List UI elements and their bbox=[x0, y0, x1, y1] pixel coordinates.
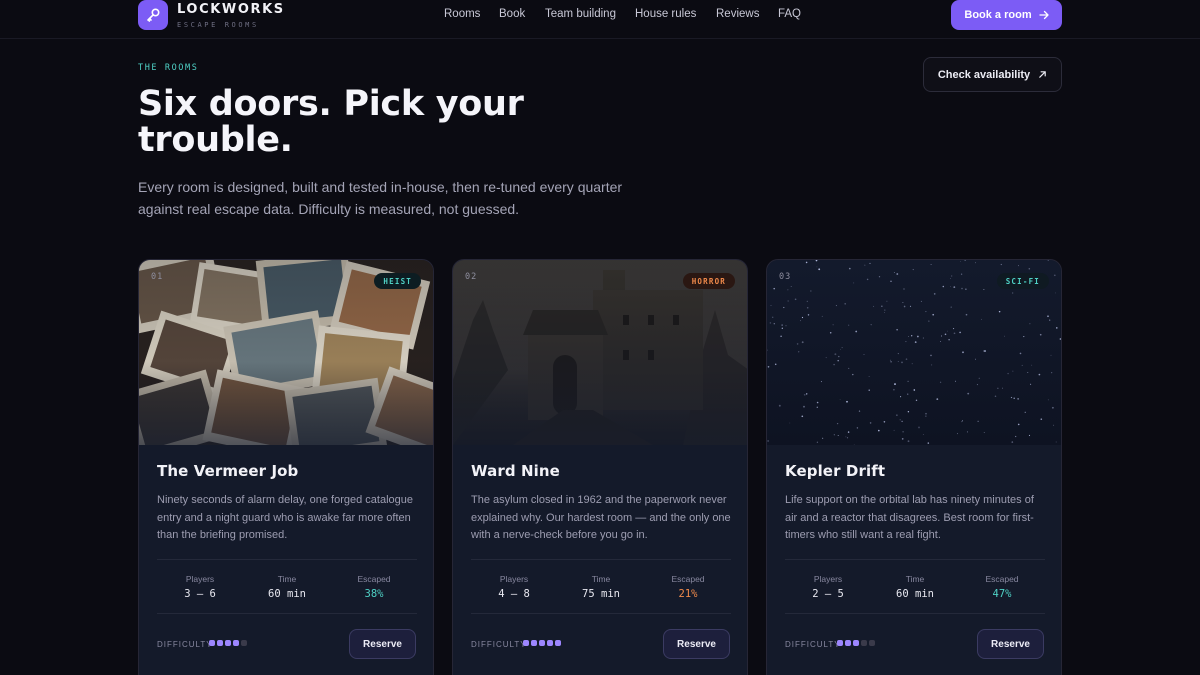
difficulty-dot-filled bbox=[531, 640, 537, 646]
genre-badge: HORROR bbox=[682, 273, 735, 289]
nav-link-rooms[interactable]: Rooms bbox=[444, 8, 480, 20]
nav-link-book[interactable]: Book bbox=[499, 8, 525, 20]
room-stats: Players 2 – 5 Time 60 min Escaped 47% bbox=[785, 559, 1045, 614]
genre-badge: HEIST bbox=[374, 273, 421, 289]
book-a-room-button[interactable]: Book a room bbox=[951, 0, 1062, 30]
reserve-button[interactable]: Reserve bbox=[977, 629, 1044, 659]
difficulty-dot-empty bbox=[241, 640, 247, 646]
room-card-kepler-drift[interactable]: 03 SCI-FI Kepler Drift Life support on t… bbox=[766, 259, 1062, 675]
nav-link-house-rules[interactable]: House rules bbox=[635, 8, 696, 20]
stat-label: Players bbox=[499, 574, 529, 584]
room-title: Ward Nine bbox=[471, 462, 560, 480]
difficulty-dot-filled bbox=[539, 640, 545, 646]
stat-label: Players bbox=[813, 574, 843, 584]
stat-label: Players bbox=[185, 574, 215, 584]
stat-label: Time bbox=[277, 574, 297, 584]
stat-value: 47% bbox=[992, 588, 1012, 600]
stat-value: 60 min bbox=[896, 588, 934, 600]
difficulty-dot-filled bbox=[845, 640, 851, 646]
book-a-room-label: Book a room bbox=[964, 9, 1032, 21]
stat-time: Time 60 min bbox=[244, 560, 330, 615]
stat-players: Players 4 – 8 bbox=[471, 560, 557, 615]
stat-players: Players 3 – 6 bbox=[157, 560, 243, 615]
difficulty-label: DIFFICULTY bbox=[157, 640, 213, 649]
room-number: 03 bbox=[779, 272, 792, 282]
stat-value: 2 – 5 bbox=[812, 588, 844, 600]
page-title: Six doors. Pick your trouble. bbox=[138, 84, 524, 160]
difficulty-dot-filled bbox=[233, 640, 239, 646]
room-title: Kepler Drift bbox=[785, 462, 886, 480]
difficulty-dot-filled bbox=[853, 640, 859, 646]
stat-value: 60 min bbox=[268, 588, 306, 600]
stat-label: Escaped bbox=[357, 574, 391, 584]
arrow-up-right-icon bbox=[1039, 71, 1046, 78]
section-eyebrow: THE ROOMS bbox=[138, 63, 199, 73]
difficulty-dot-empty bbox=[861, 640, 867, 646]
difficulty-dot-filled bbox=[555, 640, 561, 646]
reserve-button[interactable]: Reserve bbox=[663, 629, 730, 659]
stat-time: Time 60 min bbox=[872, 560, 958, 615]
room-card-ward-nine[interactable]: 02 HORROR Ward Nine The asylum closed in… bbox=[452, 259, 748, 675]
room-description: The asylum closed in 1962 and the paperw… bbox=[471, 494, 731, 541]
stat-escaped: Escaped 21% bbox=[645, 560, 731, 615]
reserve-button[interactable]: Reserve bbox=[349, 629, 416, 659]
room-number: 01 bbox=[151, 272, 164, 282]
stat-label: Escaped bbox=[671, 574, 705, 584]
difficulty-dot-filled bbox=[209, 640, 215, 646]
difficulty-label: DIFFICULTY bbox=[471, 640, 527, 649]
difficulty-dot-filled bbox=[523, 640, 529, 646]
room-number: 02 bbox=[465, 272, 478, 282]
room-title: The Vermeer Job bbox=[157, 462, 299, 480]
stat-value: 38% bbox=[364, 588, 384, 600]
genre-badge: SCI-FI bbox=[996, 273, 1049, 289]
stat-escaped: Escaped 47% bbox=[959, 560, 1045, 615]
room-description: Ninety seconds of alarm delay, one forge… bbox=[157, 494, 414, 541]
check-availability-button[interactable]: Check availability bbox=[923, 57, 1062, 92]
top-nav: LOCKWORKS ESCAPE ROOMS Rooms Book Team b… bbox=[0, 0, 1200, 39]
room-stats: Players 3 – 6 Time 60 min Escaped 38% bbox=[157, 559, 417, 614]
stat-time: Time 75 min bbox=[558, 560, 644, 615]
hero-description: Every room is designed, built and tested… bbox=[138, 179, 623, 217]
difficulty-dot-filled bbox=[837, 640, 843, 646]
nav-link-faq[interactable]: FAQ bbox=[778, 8, 801, 20]
difficulty-dot-filled bbox=[225, 640, 231, 646]
difficulty-label: DIFFICULTY bbox=[785, 640, 841, 649]
stat-value: 3 – 6 bbox=[184, 588, 216, 600]
stat-players: Players 2 – 5 bbox=[785, 560, 871, 615]
difficulty-dot-filled bbox=[547, 640, 553, 646]
difficulty-dot-filled bbox=[217, 640, 223, 646]
stat-label: Escaped bbox=[985, 574, 1019, 584]
difficulty-dot-empty bbox=[869, 640, 875, 646]
stat-escaped: Escaped 38% bbox=[331, 560, 417, 615]
room-card-vermeer-job[interactable]: 01 HEIST The Vermeer Job Ninety seconds … bbox=[138, 259, 434, 675]
stat-value: 4 – 8 bbox=[498, 588, 530, 600]
stat-value: 21% bbox=[678, 588, 698, 600]
arrow-right-icon bbox=[1038, 10, 1049, 20]
stat-label: Time bbox=[905, 574, 925, 584]
nav-link-team-building[interactable]: Team building bbox=[545, 8, 616, 20]
stat-value: 75 min bbox=[582, 588, 620, 600]
check-availability-label: Check availability bbox=[937, 68, 1031, 81]
room-stats: Players 4 – 8 Time 75 min Escaped 21% bbox=[471, 559, 731, 614]
nav-link-reviews[interactable]: Reviews bbox=[716, 8, 759, 20]
stat-label: Time bbox=[591, 574, 611, 584]
room-description: Life support on the orbital lab has nine… bbox=[785, 494, 1034, 541]
